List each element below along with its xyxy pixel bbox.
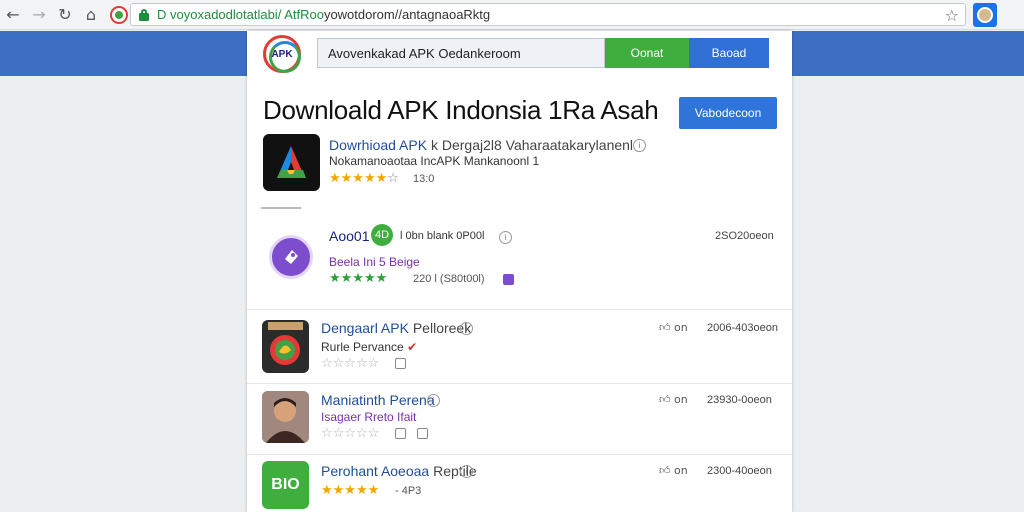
info-icon[interactable]: i <box>633 139 646 152</box>
page-title: Downloald APK Indonsia 1Ra Asah <box>263 95 659 125</box>
app-icon-5[interactable]: BIO <box>262 461 309 509</box>
app-badge-2: 4D <box>371 224 393 246</box>
app-subtitle-1: Nokamanoaotaa IncAPK Mankanoonl 1 <box>329 154 540 168</box>
site-logo-text: APK <box>271 48 293 60</box>
row-divider <box>247 309 792 310</box>
app-icon-4[interactable] <box>262 391 309 443</box>
app-title-1-main: Dowrhioad APK <box>329 137 428 153</box>
app-icon-3[interactable] <box>262 320 309 373</box>
back-arrow-icon[interactable]: ← <box>2 4 24 26</box>
app-date-4: 23930-0oeon <box>707 394 772 406</box>
leaf-logo-icon <box>268 322 303 365</box>
app-rating-5: ★★★★★ <box>321 483 380 498</box>
like-count-5-value: on <box>674 464 688 477</box>
info-icon[interactable]: i <box>427 394 440 407</box>
app-date-2: 2SO20oeon <box>715 230 774 242</box>
app-meta-2: 220 l (S80t00l) <box>413 273 485 285</box>
search-input[interactable]: Avovenkakad APK Oedankeroom <box>317 38 605 68</box>
primary-download-button[interactable]: Vabodecoon <box>679 97 777 129</box>
like-count-3-value: on <box>674 321 688 334</box>
like-count-5[interactable]: 👍︎ on <box>659 464 688 477</box>
app-rating-3: ☆☆☆☆☆ <box>321 356 380 371</box>
app-icon-5-text: BIO <box>271 476 300 493</box>
app-title-3[interactable]: Dengaarl APK Pelloreek <box>321 320 471 336</box>
bookmark-star-icon[interactable]: ☆ <box>945 6 959 25</box>
app-title-2[interactable]: Aoo01 <box>329 228 369 244</box>
shield-icon <box>395 428 406 439</box>
purple-tag-icon <box>503 274 514 285</box>
search-input-value: Avovenkakad APK Oedankeroom <box>328 45 521 61</box>
info-icon[interactable]: i <box>460 465 473 478</box>
app-rating-1: ★★★★★☆ <box>329 171 399 186</box>
app-title-2-extra: l 0bn blank 0P00l <box>400 230 485 242</box>
site-favicon-icon <box>110 5 128 24</box>
app-title-1-extra: k Dergaj2l8 Vaharaatakarylanenl <box>430 137 634 153</box>
app-date-5: 2300-40oeon <box>707 465 772 477</box>
app-subtitle-3-text: Rurle Pervance <box>321 340 404 354</box>
app-meta-1: 13:0 <box>413 173 435 185</box>
forward-arrow-icon[interactable]: → <box>28 4 50 26</box>
image-icon <box>417 428 428 439</box>
person-photo-icon <box>262 391 309 443</box>
app-title-3-main: Dengaarl APK <box>321 320 409 336</box>
app-title-5-main: Perohant Aoeoaa <box>321 463 430 479</box>
profile-avatar[interactable] <box>973 3 997 27</box>
app-subtitle-2: Beela Ini 5 Beige <box>329 255 420 269</box>
like-count-3[interactable]: 👍︎ on <box>659 321 688 334</box>
search-button-blue[interactable]: Baoad <box>689 38 769 68</box>
app-date-3: 2006-403oeon <box>707 322 778 334</box>
info-icon[interactable]: i <box>460 322 473 335</box>
address-bar[interactable]: D voyoxadodlotatlabi/ AtfRooyowotdorom//… <box>130 3 966 26</box>
reload-icon[interactable]: ↻ <box>54 4 76 26</box>
url-text: D voyoxadodlotatlabi/ AtfRooyowotdorom//… <box>157 7 490 22</box>
app-icon-1[interactable] <box>263 134 320 191</box>
main-card: APK Avovenkakad APK Oedankeroom Oonat Ba… <box>247 31 792 512</box>
like-count-4-value: on <box>674 393 688 406</box>
avatar-face-icon <box>977 7 993 23</box>
app-title-5[interactable]: Perohant Aoeoaa Reptile <box>321 463 477 479</box>
url-rest-part: yowotdorom//antagnaoaRktg <box>323 7 491 22</box>
row-divider <box>247 383 792 384</box>
section-divider <box>261 207 301 209</box>
like-count-4[interactable]: 👍︎ on <box>659 393 688 406</box>
app-subtitle-3: Rurle Pervance ✔ <box>321 340 417 354</box>
row-divider <box>247 454 792 455</box>
info-icon[interactable]: i <box>499 231 512 244</box>
app-meta-5: - 4P3 <box>395 485 422 497</box>
site-logo[interactable]: APK <box>263 35 301 73</box>
triangle-logo-icon <box>277 146 306 178</box>
browser-toolbar: ← → ↻ ⌂ D voyoxadodlotatlabi/ AtfRooyowo… <box>0 0 1024 30</box>
lock-icon <box>139 8 149 21</box>
app-title-1[interactable]: Dowrhioad APK k Dergaj2l8 Vaharaatakaryl… <box>329 137 633 153</box>
app-icon-2[interactable] <box>269 235 313 279</box>
app-subtitle-4: Isagaer Rreto Ifait <box>321 410 417 424</box>
app-title-4[interactable]: Maniatinth Perena <box>321 392 435 408</box>
tag-logo-icon <box>285 250 298 264</box>
app-rating-2: ★★★★★ <box>329 271 388 286</box>
red-mark-icon: ✔ <box>407 340 418 354</box>
home-icon[interactable]: ⌂ <box>80 4 102 26</box>
shield-icon <box>395 358 406 369</box>
app-rating-4: ☆☆☆☆☆ <box>321 426 380 441</box>
search-button-green[interactable]: Oonat <box>605 38 689 68</box>
url-secure-part: D voyoxadodlotatlabi/ AtfRoo <box>157 7 324 22</box>
